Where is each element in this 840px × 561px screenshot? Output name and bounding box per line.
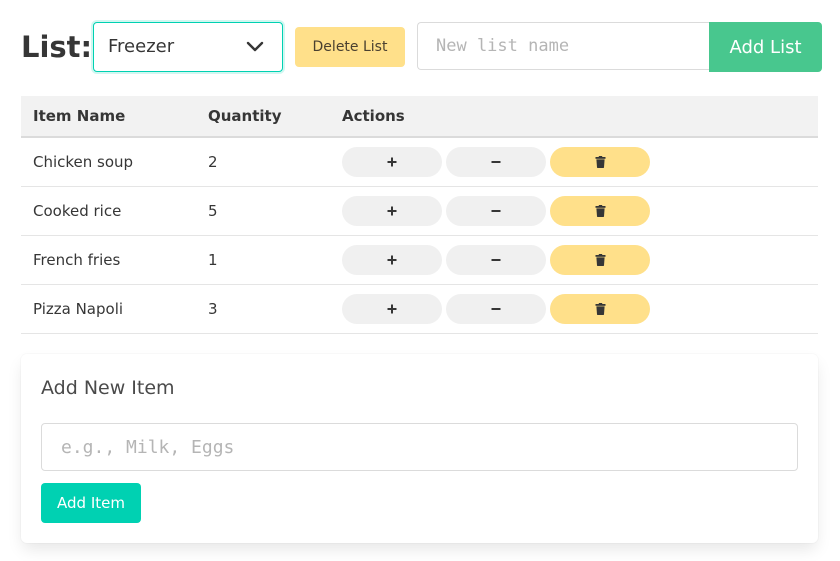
column-header-actions: Actions [330, 96, 818, 138]
item-quantity-cell: 5 [196, 186, 330, 236]
list-toolbar: List: Freezer Delete List Add List [0, 0, 840, 96]
decrement-button[interactable] [446, 245, 546, 275]
table-row: Chicken soup 2 [21, 137, 818, 187]
add-item-button[interactable]: Add Item [41, 483, 141, 523]
delete-list-button[interactable]: Delete List [295, 27, 405, 67]
minus-icon [491, 210, 501, 212]
item-actions-cell [330, 137, 818, 187]
trash-icon [595, 254, 605, 266]
trash-icon [595, 205, 605, 217]
column-header-item-name: Item Name [21, 96, 196, 138]
delete-item-button[interactable] [550, 245, 650, 275]
table-row: Pizza Napoli 3 [21, 284, 818, 334]
item-name-cell: Pizza Napoli [21, 284, 196, 334]
increment-button[interactable] [342, 196, 442, 226]
plus-icon [387, 206, 397, 216]
decrement-button[interactable] [446, 147, 546, 177]
item-quantity-cell: 3 [196, 284, 330, 334]
add-item-card: Add New Item Add Item [21, 354, 818, 543]
new-list-input[interactable] [417, 22, 711, 70]
item-actions-cell [330, 235, 818, 285]
list-select-value: Freezer [108, 36, 175, 57]
item-quantity-cell: 1 [196, 235, 330, 285]
add-list-button[interactable]: Add List [709, 22, 822, 72]
increment-button[interactable] [342, 294, 442, 324]
decrement-button[interactable] [446, 294, 546, 324]
minus-icon [491, 308, 501, 310]
delete-item-button[interactable] [550, 147, 650, 177]
table-header-row: Item Name Quantity Actions [21, 96, 818, 138]
item-name-cell: Cooked rice [21, 186, 196, 236]
list-label: List: [21, 30, 93, 64]
add-item-title: Add New Item [41, 377, 175, 399]
list-select[interactable]: Freezer [93, 22, 283, 72]
items-table: Item Name Quantity Actions Chicken soup … [21, 96, 818, 334]
item-actions-cell [330, 284, 818, 334]
minus-icon [491, 161, 501, 163]
chevron-down-icon [246, 41, 264, 52]
plus-icon [387, 255, 397, 265]
table-row: Cooked rice 5 [21, 186, 818, 236]
plus-icon [387, 304, 397, 314]
item-name-cell: Chicken soup [21, 137, 196, 187]
minus-icon [491, 259, 501, 261]
column-header-quantity: Quantity [196, 96, 330, 138]
increment-button[interactable] [342, 147, 442, 177]
trash-icon [595, 156, 605, 168]
decrement-button[interactable] [446, 196, 546, 226]
increment-button[interactable] [342, 245, 442, 275]
delete-item-button[interactable] [550, 294, 650, 324]
plus-icon [387, 157, 397, 167]
new-item-input[interactable] [41, 423, 798, 471]
trash-icon [595, 303, 605, 315]
item-quantity-cell: 2 [196, 137, 330, 187]
item-actions-cell [330, 186, 818, 236]
item-name-cell: French fries [21, 235, 196, 285]
delete-item-button[interactable] [550, 196, 650, 226]
table-row: French fries 1 [21, 235, 818, 285]
